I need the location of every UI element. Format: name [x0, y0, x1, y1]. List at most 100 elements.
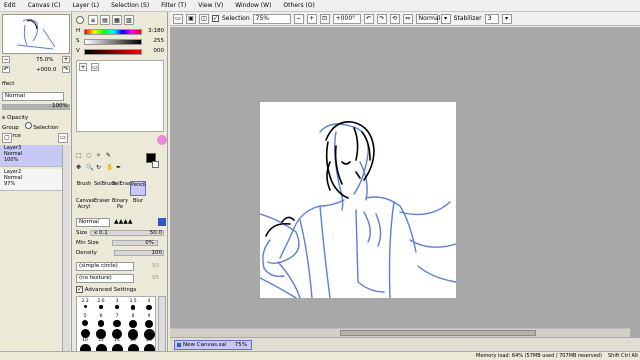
- canvas-horizontal-scrollbar[interactable]: [170, 328, 630, 337]
- canvas-scrollbar-thumb[interactable]: [340, 330, 536, 336]
- invert-selection-icon[interactable]: ▣: [186, 13, 196, 24]
- layer-item-layer3[interactable]: Layer3 Normal 100%: [0, 145, 62, 167]
- pink-color-blob[interactable]: [157, 135, 167, 145]
- brush-size-preset[interactable]: 16: [126, 329, 140, 343]
- layer-list-scrollbar[interactable]: [62, 145, 70, 355]
- rotate-right-icon[interactable]: ↷: [376, 13, 387, 24]
- blend-dropdown-icon[interactable]: ▾: [440, 13, 451, 24]
- eyedropper-tool-icon[interactable]: ✎: [106, 152, 111, 159]
- tool-brush[interactable]: Brush: [76, 181, 92, 196]
- flip-horizontal-icon[interactable]: ⇔: [402, 13, 413, 24]
- tool-selbrush[interactable]: SelBrush: [94, 181, 116, 196]
- brush-size-preset[interactable]: 20: [142, 329, 156, 343]
- secondary-color-swatch[interactable]: [152, 161, 159, 168]
- saturation-slider[interactable]: [84, 39, 142, 45]
- new-layer-icon[interactable]: ▢: [2, 133, 12, 143]
- brush-size-preset[interactable]: 3.5: [126, 299, 140, 311]
- scratch-clear-icon[interactable]: ▭: [91, 63, 99, 71]
- brush-size-preset[interactable]: 2.3: [78, 299, 92, 311]
- lasso-tool-icon[interactable]: ◌: [86, 152, 91, 159]
- canvas-viewport[interactable]: [170, 27, 640, 337]
- document-tab[interactable]: New Canvas.sai 75%: [174, 340, 252, 350]
- nav-zoom-in-icon[interactable]: +: [62, 56, 70, 63]
- selection-source-radio[interactable]: [24, 122, 32, 129]
- zoom-in-icon[interactable]: +: [306, 13, 317, 24]
- move-tool-icon[interactable]: ✥: [76, 164, 81, 171]
- brush-size-preset[interactable]: 12: [94, 329, 108, 343]
- brush-shape-icons[interactable]: ▲▲▲▲: [114, 218, 132, 225]
- hand-tool-icon[interactable]: ✋: [106, 164, 113, 171]
- navigator-thumbnail[interactable]: [2, 14, 70, 54]
- brush-dot-icon: [82, 320, 88, 326]
- brush-size-preset[interactable]: 3: [110, 299, 124, 311]
- zoom-field[interactable]: 75%: [252, 13, 291, 24]
- magic-wand-icon[interactable]: ✧: [96, 152, 101, 159]
- brush-size-row: Size x 0.1 50.0: [76, 230, 166, 238]
- stabilizer-dropdown-icon[interactable]: ▾: [501, 13, 512, 24]
- tool-canvas-acryl[interactable]: Canvas Acryl: [76, 198, 94, 213]
- menu-canvas[interactable]: Canvas (C): [22, 0, 67, 12]
- zoom-tool-icon[interactable]: 🔍: [86, 164, 93, 171]
- menu-edit[interactable]: Edit: [0, 0, 22, 12]
- brush-shape-selected-icon[interactable]: [158, 218, 166, 226]
- menu-others[interactable]: Others (O): [277, 0, 320, 12]
- min-size-label: Min Size: [76, 240, 99, 246]
- brush-blend-mode[interactable]: Normal: [76, 218, 110, 227]
- rotate-left-icon[interactable]: ↶: [363, 13, 374, 24]
- menu-layer[interactable]: Layer (L): [66, 0, 105, 12]
- scratchpad-area[interactable]: + ▭: [76, 60, 167, 145]
- blend-mode-field[interactable]: Normal: [415, 13, 440, 24]
- tool-selerase[interactable]: SelErase: [112, 181, 134, 196]
- brush-size-preset[interactable]: 9: [142, 314, 156, 329]
- selection-toggle-icon[interactable]: ◫: [199, 13, 209, 24]
- layer-item-layer2[interactable]: Layer2 Normal 97%: [0, 169, 62, 191]
- brush-size-preset[interactable]: 4: [142, 299, 156, 311]
- nav-rotate-left-icon[interactable]: ↶: [2, 66, 10, 73]
- menu-view[interactable]: View (V): [192, 0, 229, 12]
- brush-texture-dropdown[interactable]: (no texture): [76, 274, 134, 283]
- color-wheel-icon[interactable]: [76, 16, 84, 24]
- canvas-paper[interactable]: [259, 102, 457, 299]
- nav-rotate-right-icon[interactable]: ↷: [62, 66, 70, 73]
- zoom-reset-icon[interactable]: ⊡: [319, 13, 330, 24]
- brush-size-preset[interactable]: 14: [110, 329, 124, 343]
- rotate-reset-icon[interactable]: ⟲: [389, 13, 400, 24]
- brush-dot-icon: [143, 329, 155, 340]
- new-folder-icon[interactable]: ▭: [58, 133, 68, 143]
- zoom-out-icon[interactable]: −: [293, 13, 304, 24]
- selection-checkbox[interactable]: ✓: [212, 15, 219, 22]
- hue-slider[interactable]: [84, 29, 142, 35]
- value-slider[interactable]: [84, 49, 142, 55]
- brush-size-label: 9: [147, 314, 151, 319]
- menu-window[interactable]: Window (W): [229, 0, 277, 12]
- scratch-new-icon[interactable]: +: [79, 63, 87, 71]
- brush-size-preset[interactable]: 6: [94, 314, 108, 327]
- deselect-icon[interactable]: ▭: [173, 13, 183, 24]
- hsv-slider-icon[interactable]: ▤: [100, 15, 110, 25]
- brush-size-preset[interactable]: 10: [78, 329, 92, 343]
- rotation-field[interactable]: +000°: [332, 13, 361, 24]
- layer-blend-mode[interactable]: Normal: [2, 92, 64, 101]
- brush-size-preset[interactable]: 8: [126, 314, 140, 328]
- menu-filter[interactable]: Filter (T): [155, 0, 192, 12]
- advanced-settings-checkbox[interactable]: ✓: [76, 286, 83, 293]
- swatches-icon[interactable]: ▦: [112, 15, 122, 25]
- rgb-slider-icon[interactable]: ≡: [88, 15, 98, 25]
- brush-shape-dropdown[interactable]: (simple circle): [76, 262, 134, 271]
- stabilizer-field[interactable]: 3: [484, 13, 499, 24]
- brush-size-preset[interactable]: 2.6: [94, 299, 108, 311]
- brush-size-preset[interactable]: 5: [78, 314, 92, 326]
- marquee-tool-icon[interactable]: ⬚: [76, 152, 82, 159]
- brush-size-label: 2.6: [97, 299, 105, 304]
- eyedrop-icon[interactable]: ✒: [116, 164, 121, 171]
- tool-blur[interactable]: Blur: [130, 198, 146, 213]
- rotate-tool-icon[interactable]: ↻: [96, 164, 101, 171]
- tool-binary-pen[interactable]: Binary Pe: [112, 198, 128, 213]
- nav-zoom-out-icon[interactable]: −: [2, 56, 10, 63]
- scratchpad-icon[interactable]: ▧: [124, 15, 134, 25]
- tool-eraser[interactable]: Eraser: [94, 198, 110, 213]
- document-tab-zoom: 75%: [234, 342, 247, 348]
- brush-size-preset[interactable]: 7: [110, 314, 124, 328]
- tool-pencil[interactable]: Pencil: [130, 181, 146, 196]
- menu-selection[interactable]: Selection (S): [105, 0, 155, 12]
